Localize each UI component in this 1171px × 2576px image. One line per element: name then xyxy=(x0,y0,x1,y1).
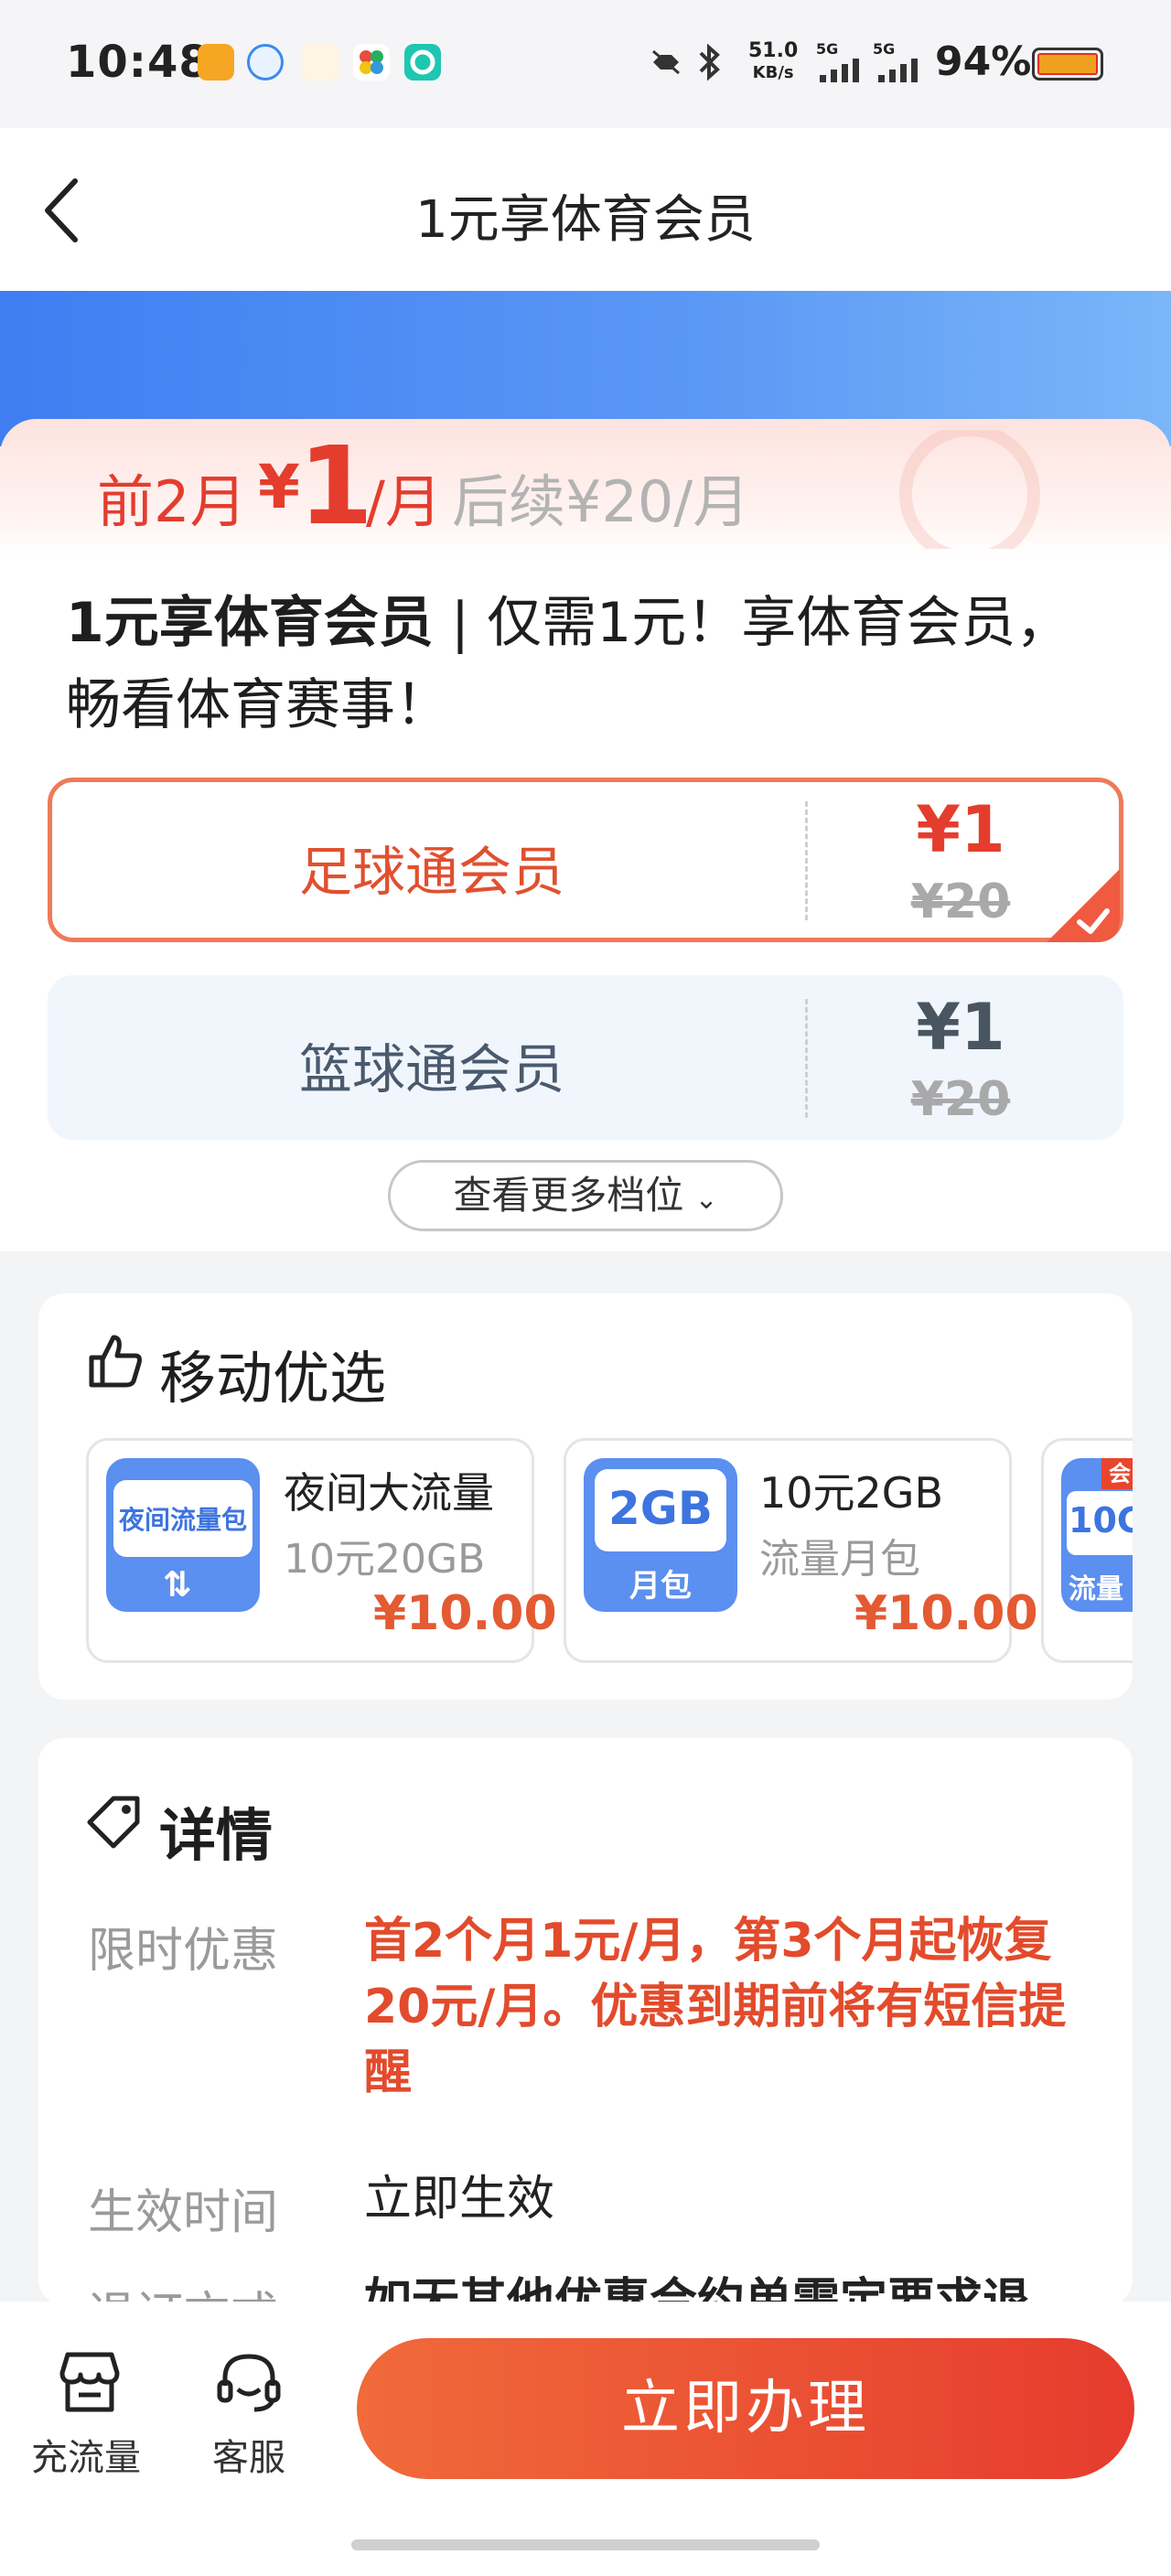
pick-price: ¥10.00 xyxy=(373,1586,557,1641)
more-tiers-button[interactable]: 查看更多档位 ⌄ xyxy=(388,1160,783,1231)
promo-prefix: 前2月 xyxy=(97,468,247,535)
flower-notification-icon xyxy=(353,44,390,80)
detail-value: 立即生效 xyxy=(364,2172,555,2227)
app-notification-icon xyxy=(302,44,338,80)
network-speed: 51.0 KB/s xyxy=(748,39,799,83)
subscribe-now-button[interactable]: 立即办理 xyxy=(357,2338,1134,2479)
thumbs-up-icon xyxy=(86,1332,145,1390)
battery-icon xyxy=(1032,48,1103,80)
browser-notification-icon xyxy=(404,44,441,80)
bluetooth-icon xyxy=(695,42,723,82)
chevron-down-icon: ⌄ xyxy=(694,1184,718,1216)
tab-label: 客服 xyxy=(212,2437,285,2479)
chat-notification-icon xyxy=(247,44,284,80)
option-price: ¥1 xyxy=(916,990,1005,1065)
signal-bars-icon xyxy=(820,57,862,82)
headset-icon xyxy=(214,2349,284,2415)
section-title: 移动优选 xyxy=(159,1345,387,1411)
signal-2-label: 5G xyxy=(873,40,896,58)
option-original-price: ¥20 xyxy=(910,1072,1011,1127)
pick-subtitle: 流量月包 xyxy=(759,1536,920,1583)
home-indicator xyxy=(351,2539,820,2550)
promo-suffix: /月 xyxy=(366,468,442,535)
detail-label: 限时优惠 xyxy=(88,1924,279,1979)
detail-value: 首2个月1元/月，第3个月起恢复20元/月。优惠到期前将有短信提醒 xyxy=(364,1914,1067,2100)
night-data-icon: 夜间流量包 ⇅ xyxy=(106,1458,260,1612)
selected-check-icon xyxy=(1037,860,1120,942)
tab-label: 充流量 xyxy=(31,2437,141,2479)
promo-after-price: 后续¥20/月 xyxy=(452,468,750,535)
mute-icon xyxy=(650,48,682,77)
promo-price: 1 xyxy=(298,423,374,549)
more-tiers-label: 查看更多档位 xyxy=(453,1173,684,1218)
icon-label: 月包 xyxy=(629,1568,692,1605)
promo-yen: ¥ xyxy=(258,452,300,522)
app-notification-icon xyxy=(198,44,234,80)
icon-label: 2GB xyxy=(608,1482,713,1535)
battery-percent: 94% xyxy=(935,38,1032,85)
pick-title: 夜间大流量 xyxy=(284,1468,494,1518)
product-title: 1元享体育会员 xyxy=(66,591,434,655)
store-icon xyxy=(55,2349,124,2415)
detail-label: 生效时间 xyxy=(88,2185,279,2240)
pick-subtitle: 10元20GB xyxy=(284,1536,486,1583)
icon-label: 10G xyxy=(1069,1500,1133,1540)
page-title: 1元享体育会员 xyxy=(415,190,756,250)
option-price: ¥1 xyxy=(916,792,1005,867)
arrows-icon: ⇅ xyxy=(163,1564,192,1605)
monthly-data-icon: 2GB 月包 xyxy=(584,1458,737,1612)
icon-badge: 会 xyxy=(1101,1458,1133,1489)
status-time: 10:48 xyxy=(66,37,210,88)
option-divider xyxy=(805,801,808,920)
tag-icon xyxy=(86,1793,143,1850)
decorative-ball-icon xyxy=(878,424,1061,564)
option-name: 足球通会员 xyxy=(298,841,564,903)
signal-bars-icon xyxy=(878,57,920,82)
option-divider xyxy=(805,999,808,1118)
signal-1-label: 5G xyxy=(816,40,839,58)
option-name: 篮球通会员 xyxy=(298,1038,564,1100)
product-description: 1元享体育会员 | 仅需1元！享体育会员，畅看体育赛事！ xyxy=(66,582,1118,746)
data-pack-icon: 会 10G 流量 xyxy=(1061,1458,1133,1612)
icon-label: 夜间流量包 xyxy=(118,1505,247,1535)
icon-label: 流量 xyxy=(1069,1573,1123,1605)
pick-price: ¥10.00 xyxy=(854,1586,1038,1641)
pick-title: 10元2GB xyxy=(759,1468,944,1518)
section-title: 详情 xyxy=(159,1802,274,1869)
